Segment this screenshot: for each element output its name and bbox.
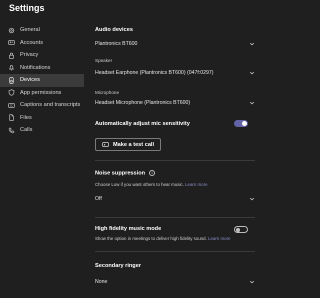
sidebar-item-label: Privacy bbox=[20, 52, 39, 59]
section-divider bbox=[95, 217, 255, 218]
secondary-ringer-heading: Secondary ringer bbox=[95, 263, 142, 269]
chevron-down-icon bbox=[249, 280, 255, 284]
sidebar-item-calls[interactable]: Calls bbox=[0, 124, 84, 137]
speaker-icon bbox=[8, 77, 15, 84]
test-call-icon bbox=[102, 142, 109, 147]
make-test-call-button[interactable]: Make a test call bbox=[95, 138, 162, 151]
noise-suppression-description: Choose Low if you want others to hear mu… bbox=[95, 182, 208, 187]
bell-icon bbox=[8, 64, 15, 71]
sidebar-item-captions[interactable]: CC Captions and transcripts bbox=[0, 99, 84, 112]
chevron-down-icon bbox=[249, 197, 255, 201]
microphone-value: Headset Microphone (Plantronics BT600) bbox=[95, 100, 191, 106]
settings-sidebar: General Accounts Privacy Notifications D… bbox=[0, 24, 84, 137]
lock-icon bbox=[8, 52, 15, 59]
file-icon bbox=[8, 114, 15, 121]
captions-icon: CC bbox=[8, 102, 15, 109]
microphone-label: Microphone bbox=[95, 90, 120, 95]
hifi-desc-text: Show the option in meetings to deliver h… bbox=[95, 236, 207, 241]
info-icon[interactable]: i bbox=[149, 170, 156, 176]
sidebar-item-devices[interactable]: Devices bbox=[0, 74, 84, 87]
speaker-label: Speaker bbox=[95, 58, 113, 63]
gear-icon bbox=[8, 27, 15, 34]
noise-suppression-title: Noise suppression bbox=[95, 170, 146, 177]
audio-devices-heading: Audio devices bbox=[95, 27, 133, 33]
toggle-knob bbox=[242, 121, 247, 126]
secondary-ringer-value: None bbox=[95, 279, 108, 285]
audio-device-dropdown[interactable]: Plantronics BT600 bbox=[95, 38, 255, 50]
chevron-down-icon bbox=[249, 101, 255, 105]
sidebar-item-label: Calls bbox=[20, 127, 33, 134]
auto-adjust-label: Automatically adjust mic sensitivity bbox=[95, 121, 190, 127]
svg-text:CC: CC bbox=[10, 105, 14, 107]
auto-adjust-toggle[interactable] bbox=[234, 120, 248, 127]
audio-device-value: Plantronics BT600 bbox=[95, 41, 138, 47]
hifi-description: Show the option in meetings to deliver h… bbox=[95, 236, 230, 241]
sidebar-item-label: Accounts bbox=[20, 39, 44, 46]
settings-title: Settings bbox=[9, 3, 45, 13]
shield-icon bbox=[8, 89, 15, 96]
noise-desc-text: Choose Low if you want others to hear mu… bbox=[95, 182, 184, 187]
noise-suppression-value: Off bbox=[95, 196, 102, 202]
chevron-down-icon bbox=[249, 71, 255, 75]
noise-suppression-dropdown[interactable]: Off bbox=[95, 193, 255, 205]
hifi-learn-more-link[interactable]: Learn more bbox=[208, 236, 230, 241]
sidebar-item-notifications[interactable]: Notifications bbox=[0, 62, 84, 75]
hifi-toggle[interactable] bbox=[234, 226, 248, 233]
speaker-value: Headset Earphone (Plantronics BT600) (04… bbox=[95, 70, 214, 76]
sidebar-item-label: App permissions bbox=[20, 89, 62, 96]
sidebar-item-label: Notifications bbox=[20, 64, 51, 71]
sidebar-item-label: Files bbox=[20, 114, 32, 121]
chevron-down-icon bbox=[249, 42, 255, 46]
noise-suppression-heading: Noise suppression i bbox=[95, 170, 156, 177]
sidebar-item-general[interactable]: General bbox=[0, 24, 84, 37]
phone-icon bbox=[8, 127, 15, 134]
microphone-dropdown[interactable]: Headset Microphone (Plantronics BT600) bbox=[95, 97, 255, 109]
speaker-dropdown[interactable]: Headset Earphone (Plantronics BT600) (04… bbox=[95, 67, 255, 79]
sidebar-item-accounts[interactable]: Accounts bbox=[0, 37, 84, 50]
hifi-heading: High fidelity music mode bbox=[95, 226, 162, 232]
section-divider bbox=[95, 160, 255, 161]
sidebar-item-files[interactable]: Files bbox=[0, 112, 84, 125]
sidebar-item-label: Devices bbox=[20, 77, 40, 84]
toggle-knob bbox=[236, 228, 240, 232]
sidebar-item-app-permissions[interactable]: App permissions bbox=[0, 87, 84, 100]
sidebar-item-label: General bbox=[20, 27, 40, 34]
test-call-label: Make a test call bbox=[113, 141, 155, 148]
secondary-ringer-dropdown[interactable]: None bbox=[95, 276, 255, 288]
section-divider bbox=[95, 251, 255, 252]
sidebar-item-label: Captions and transcripts bbox=[20, 102, 81, 109]
noise-learn-more-link[interactable]: Learn more bbox=[185, 182, 207, 187]
accounts-icon bbox=[8, 39, 15, 46]
sidebar-item-privacy[interactable]: Privacy bbox=[0, 49, 84, 62]
